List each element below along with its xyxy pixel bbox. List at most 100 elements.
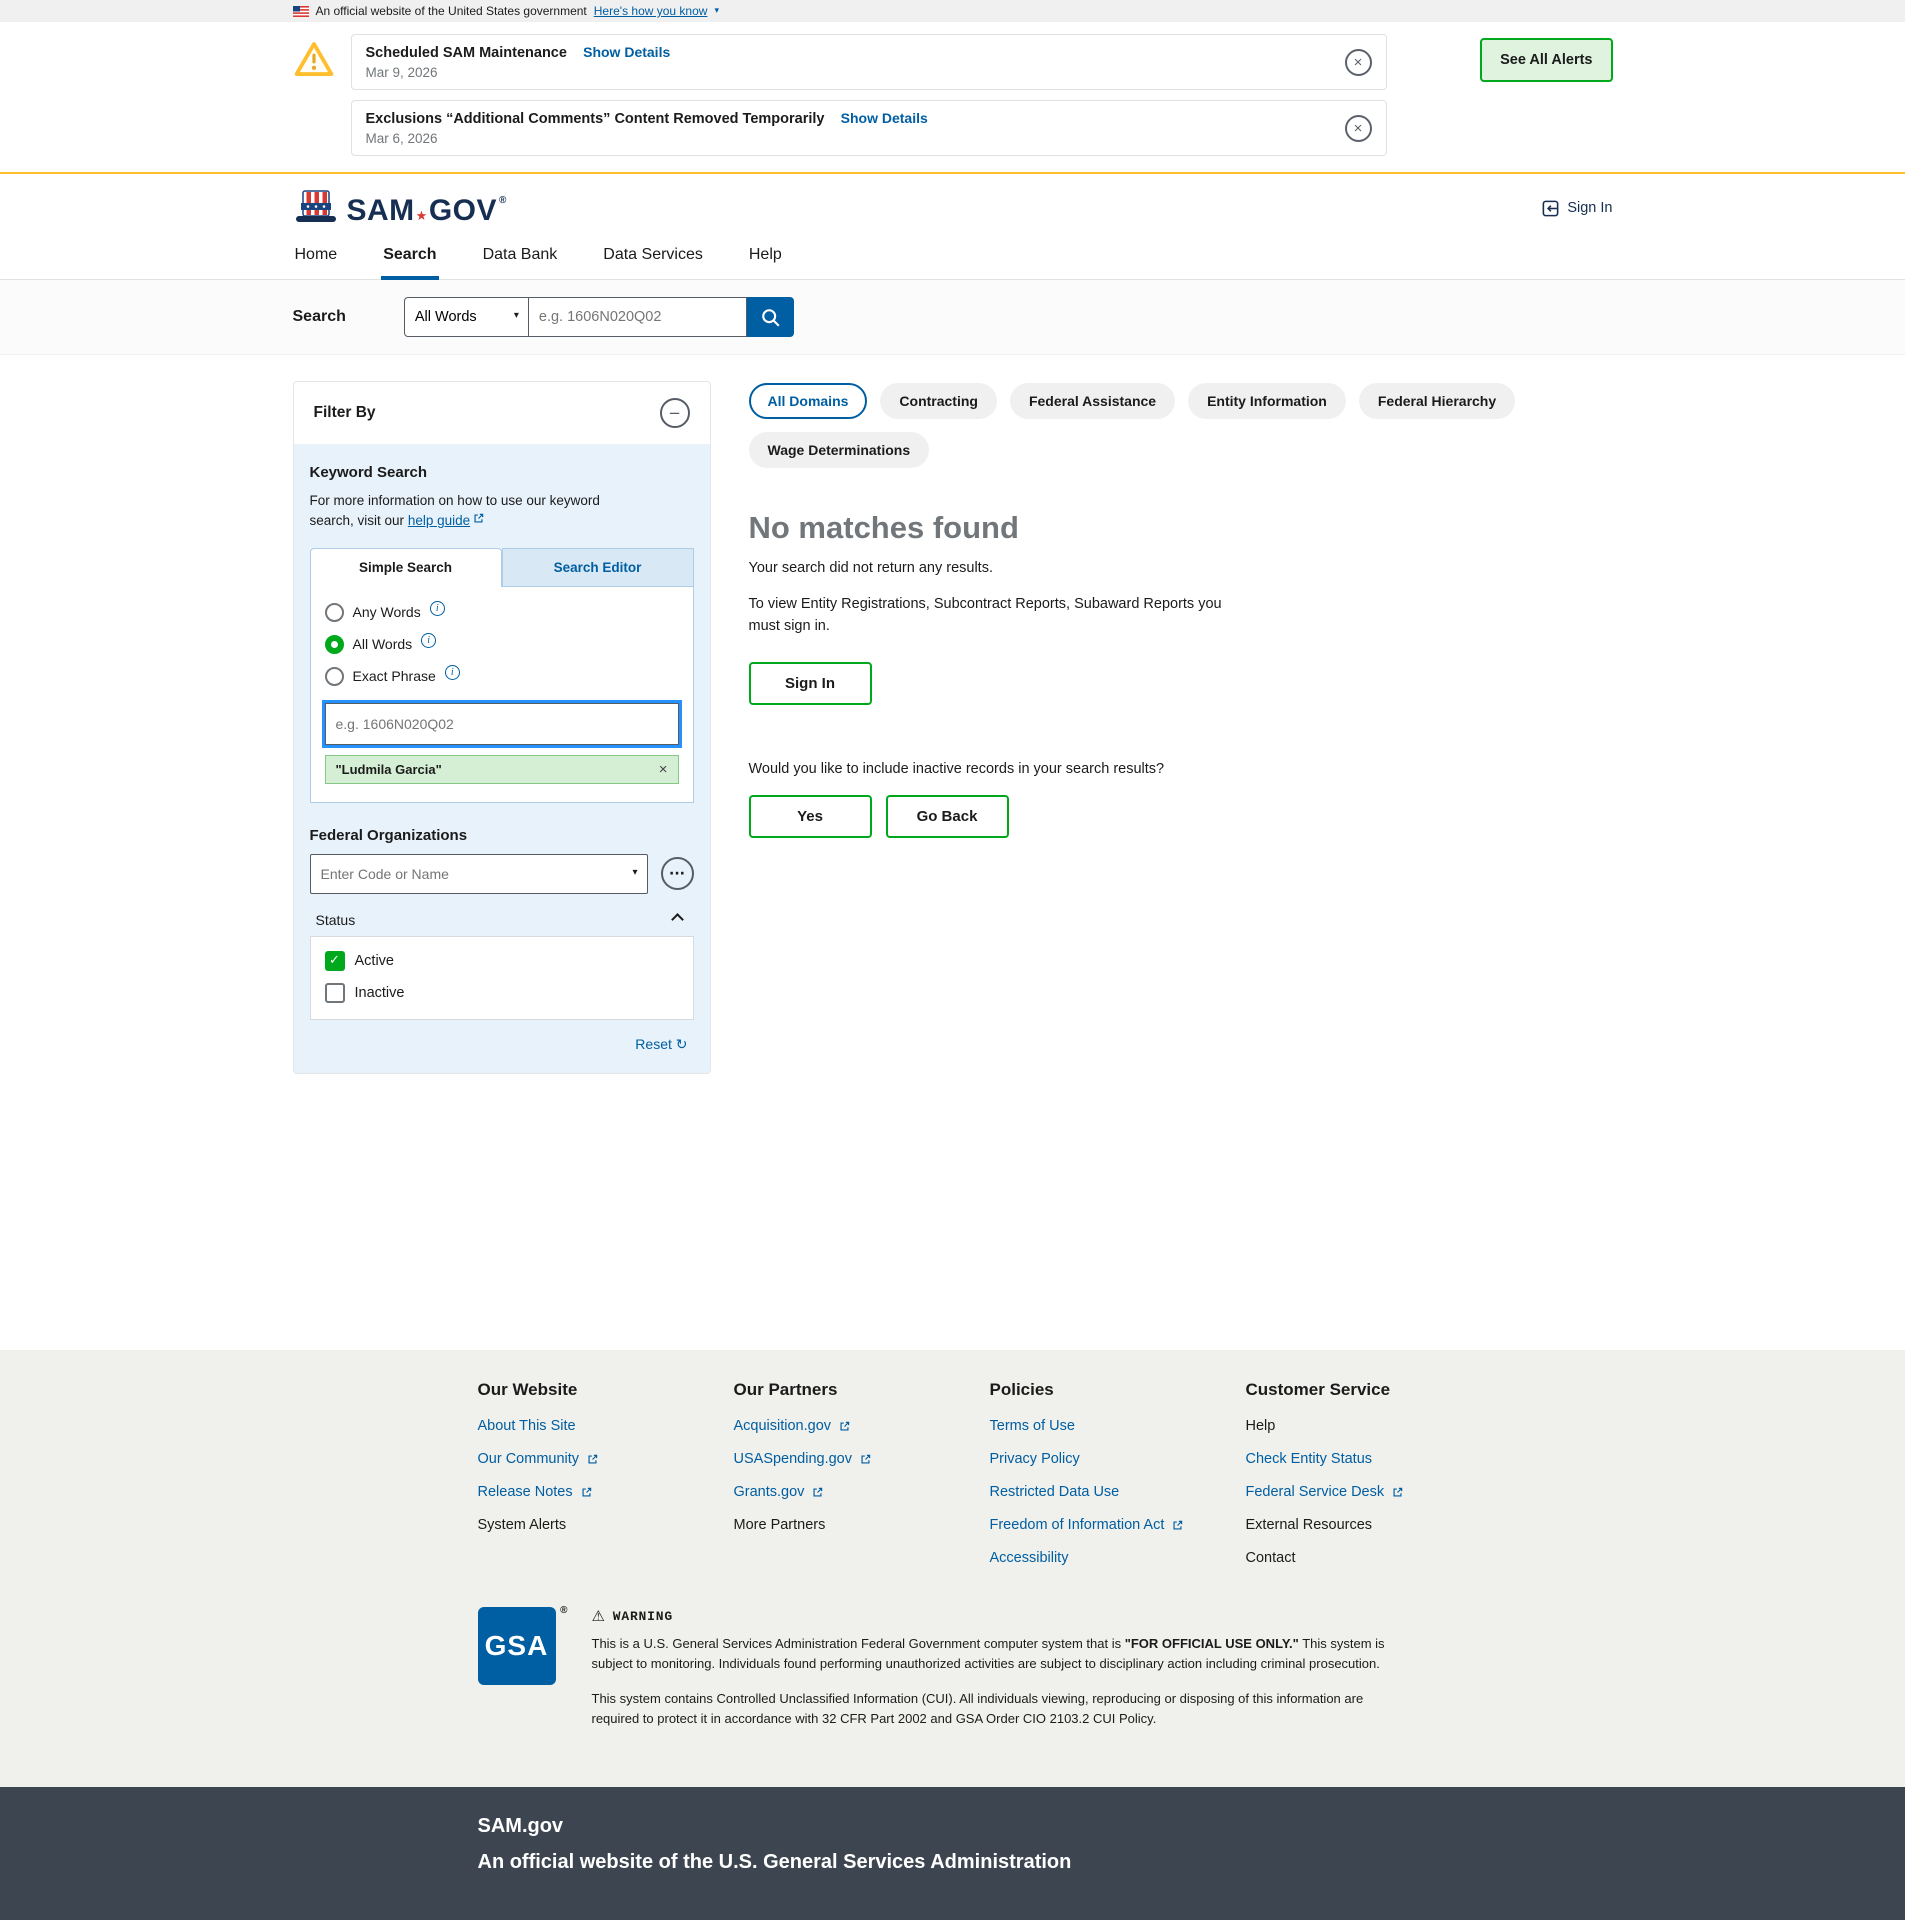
status-options: ✓ Active Inactive [310, 936, 694, 1020]
nav-search[interactable]: Search [381, 236, 438, 280]
identifier-footer: SAM.gov An official website of the U.S. … [0, 1787, 1905, 1920]
warning-icon: ⚠ [592, 1607, 606, 1625]
radio-exact-phrase[interactable]: Exact Phrase i [325, 667, 679, 686]
registered-mark: ® [560, 1605, 568, 1616]
ellipsis-icon: ··· [669, 866, 685, 882]
reset-filters-link[interactable]: Reset ↻ [635, 1036, 687, 1052]
footer-link-terms-of-use[interactable]: Terms of Use [990, 1418, 1246, 1434]
footer-link-contact[interactable]: Contact [1246, 1550, 1502, 1566]
warning-paragraph-1: This is a U.S. General Services Administ… [592, 1634, 1397, 1674]
how-you-know-link[interactable]: Here's how you know [594, 4, 708, 18]
header-sign-in-link[interactable]: Sign In [1541, 199, 1612, 218]
close-icon[interactable]: × [1345, 49, 1372, 76]
alerts-section: Scheduled SAM Maintenance Show Details M… [0, 22, 1905, 174]
radio-all-words[interactable]: All Words i [325, 635, 679, 654]
footer-link-grants-gov[interactable]: Grants.gov [734, 1484, 990, 1500]
footer-link-acquisition-gov[interactable]: Acquisition.gov [734, 1418, 990, 1434]
checkbox-active[interactable]: ✓ Active [325, 951, 679, 971]
footer-link-accessibility[interactable]: Accessibility [990, 1550, 1246, 1566]
external-link-icon [581, 1487, 592, 1498]
external-link-icon [860, 1454, 871, 1465]
footer-col-policies: Policies Terms of Use Privacy Policy Res… [990, 1380, 1246, 1583]
info-icon[interactable]: i [445, 665, 460, 680]
domain-pill-entity-information[interactable]: Entity Information [1188, 383, 1346, 419]
alert-show-details-link[interactable]: Show Details [583, 44, 670, 60]
status-heading: Status [316, 912, 356, 928]
domain-pill-contracting[interactable]: Contracting [880, 383, 997, 419]
alert-item: Scheduled SAM Maintenance Show Details M… [351, 34, 1387, 90]
footer-link-our-community[interactable]: Our Community [478, 1451, 734, 1467]
footer-col-heading: Customer Service [1246, 1380, 1502, 1400]
gov-banner-text: An official website of the United States… [316, 4, 587, 18]
us-flag-icon [293, 6, 309, 17]
gov-banner: An official website of the United States… [0, 0, 1905, 22]
footer-link-about-this-site[interactable]: About This Site [478, 1418, 734, 1434]
radio-any-words[interactable]: Any Words i [325, 603, 679, 622]
search-type-select[interactable]: All Words [404, 297, 529, 337]
footer-link-foia[interactable]: Freedom of Information Act [990, 1517, 1246, 1533]
radio-checked-icon [325, 635, 344, 654]
search-button[interactable] [747, 297, 794, 337]
footer-link-more-partners[interactable]: More Partners [734, 1517, 990, 1533]
domain-pill-all-domains[interactable]: All Domains [749, 383, 868, 419]
nav-data-bank[interactable]: Data Bank [481, 236, 560, 279]
domain-pill-federal-assistance[interactable]: Federal Assistance [1010, 383, 1175, 419]
see-all-alerts-button[interactable]: See All Alerts [1480, 38, 1612, 82]
search-label: Search [293, 308, 346, 326]
external-link-icon [839, 1421, 850, 1432]
domain-pill-wage-determinations[interactable]: Wage Determinations [749, 432, 930, 468]
domain-filter-pills: All Domains Contracting Federal Assistan… [749, 383, 1613, 468]
uncle-sam-hat-icon [293, 190, 339, 226]
keyword-search-heading: Keyword Search [310, 464, 694, 481]
collapse-filters-button[interactable]: − [660, 398, 690, 428]
tab-search-editor[interactable]: Search Editor [502, 548, 694, 587]
federal-orgs-more-button[interactable]: ··· [661, 857, 694, 890]
nav-data-services[interactable]: Data Services [601, 236, 705, 279]
search-input[interactable] [529, 297, 747, 337]
external-link-icon [812, 1487, 823, 1498]
main-nav: Home Search Data Bank Data Services Help [0, 236, 1905, 280]
footer-link-release-notes[interactable]: Release Notes [478, 1484, 734, 1500]
nav-home[interactable]: Home [293, 236, 340, 279]
site-footer: Our Website About This Site Our Communit… [0, 1350, 1905, 1787]
filter-panel: Filter By − Keyword Search For more info… [293, 381, 711, 1074]
sign-in-button[interactable]: Sign In [749, 662, 872, 705]
footer-link-usaspending-gov[interactable]: USASpending.gov [734, 1451, 990, 1467]
nav-help[interactable]: Help [747, 236, 784, 279]
alert-show-details-link[interactable]: Show Details [841, 110, 928, 126]
inactive-records-question: Would you like to include inactive recor… [749, 761, 1613, 777]
keyword-input[interactable] [325, 703, 679, 745]
info-icon[interactable]: i [421, 633, 436, 648]
checkbox-inactive[interactable]: Inactive [325, 983, 679, 1003]
footer-link-check-entity-status[interactable]: Check Entity Status [1246, 1451, 1502, 1467]
external-link-icon [1392, 1487, 1403, 1498]
sam-logo[interactable]: SAM★GOV® [293, 190, 507, 226]
footer-link-privacy-policy[interactable]: Privacy Policy [990, 1451, 1246, 1467]
no-matches-title: No matches found [749, 510, 1613, 546]
radio-unchecked-icon [325, 667, 344, 686]
sign-in-label: Sign In [1567, 200, 1612, 216]
info-icon[interactable]: i [430, 601, 445, 616]
tab-simple-search[interactable]: Simple Search [310, 548, 502, 587]
footer-link-restricted-data-use[interactable]: Restricted Data Use [990, 1484, 1246, 1500]
domain-pill-federal-hierarchy[interactable]: Federal Hierarchy [1359, 383, 1515, 419]
status-section-toggle[interactable]: Status [310, 894, 694, 936]
footer-link-federal-service-desk[interactable]: Federal Service Desk [1246, 1484, 1502, 1500]
logo-gov-text: GOV [429, 196, 497, 226]
footer-link-external-resources[interactable]: External Resources [1246, 1517, 1502, 1533]
yes-button[interactable]: Yes [749, 795, 872, 838]
help-guide-link[interactable]: help guide [408, 513, 470, 528]
footer-link-help[interactable]: Help [1246, 1418, 1502, 1434]
search-bar: Search All Words ▾ [0, 280, 1905, 355]
go-back-button[interactable]: Go Back [886, 795, 1009, 838]
close-icon[interactable]: × [1345, 115, 1372, 142]
chip-remove-icon[interactable]: × [659, 762, 668, 777]
footer-link-system-alerts[interactable]: System Alerts [478, 1517, 734, 1533]
sign-in-prompt: To view Entity Registrations, Subcontrac… [749, 594, 1254, 638]
footer-col-heading: Policies [990, 1380, 1246, 1400]
checkbox-checked-icon: ✓ [325, 951, 345, 971]
federal-orgs-combo: ▾ [310, 854, 648, 894]
footer-col-our-website: Our Website About This Site Our Communit… [478, 1380, 734, 1583]
federal-orgs-input[interactable] [310, 854, 648, 894]
reset-icon: ↻ [676, 1037, 688, 1053]
